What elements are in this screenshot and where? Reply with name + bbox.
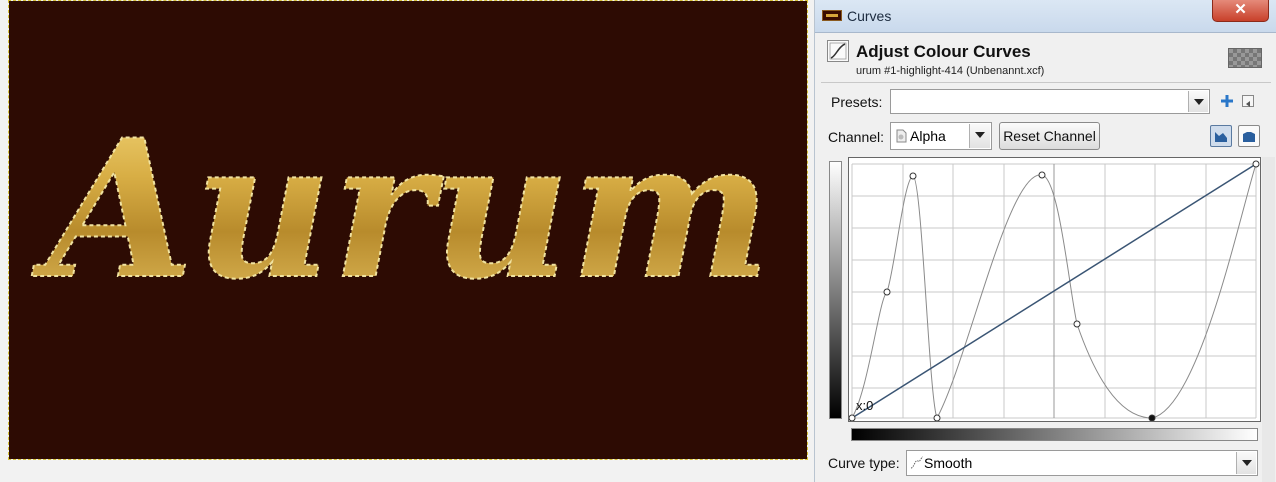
- window-title: Curves: [847, 8, 892, 24]
- channel-value: Alpha: [910, 128, 946, 144]
- output-gradient-bar: [829, 161, 842, 419]
- chevron-down-icon[interactable]: [1236, 452, 1256, 474]
- image-canvas-area: Aurum: [0, 0, 814, 482]
- linear-histogram-icon[interactable]: [1210, 125, 1232, 147]
- image-canvas[interactable]: Aurum: [8, 0, 808, 460]
- cursor-readout: x:0: [856, 398, 874, 413]
- title-bar[interactable]: Curves ✕: [815, 0, 1276, 33]
- plus-icon[interactable]: [1219, 93, 1235, 109]
- curve-type-label: Curve type:: [828, 455, 900, 471]
- curve-type-combo[interactable]: Smooth: [906, 450, 1258, 476]
- header-divider: [821, 82, 1271, 83]
- alpha-channel-icon: [894, 128, 908, 144]
- aurum-artwork: Aurum: [31, 97, 773, 322]
- channel-combo[interactable]: Alpha: [890, 122, 992, 150]
- presets-combo[interactable]: [890, 89, 1210, 114]
- smooth-curve-icon: [910, 455, 924, 471]
- reset-channel-button[interactable]: Reset Channel: [999, 122, 1100, 150]
- chevron-down-icon[interactable]: [969, 124, 990, 148]
- layer-preview-thumbnail: [1228, 48, 1262, 68]
- channel-label: Channel:: [828, 129, 885, 145]
- logarithmic-histogram-icon[interactable]: [1238, 125, 1260, 147]
- gimp-image-icon: [822, 10, 842, 21]
- curves-graph[interactable]: [848, 157, 1261, 422]
- curves-dialog: Curves ✕ Adjust Colour Curves urum #1-hi…: [814, 0, 1276, 482]
- chevron-down-icon[interactable]: [1188, 91, 1208, 112]
- scrollbar[interactable]: [1262, 157, 1275, 482]
- curve-type-value: Smooth: [924, 455, 973, 471]
- input-gradient-bar: [851, 428, 1258, 441]
- menu-arrow-icon[interactable]: [1242, 95, 1254, 107]
- dialog-heading: Adjust Colour Curves: [856, 42, 1031, 61]
- curves-plot[interactable]: [848, 158, 1260, 422]
- aurum-text: Aurum: [32, 98, 772, 321]
- close-button[interactable]: ✕: [1212, 0, 1269, 22]
- curves-tool-icon: [827, 40, 849, 62]
- presets-label: Presets:: [831, 94, 883, 110]
- dialog-subheading: urum #1-highlight-414 (Unbenannt.xcf): [856, 65, 1045, 77]
